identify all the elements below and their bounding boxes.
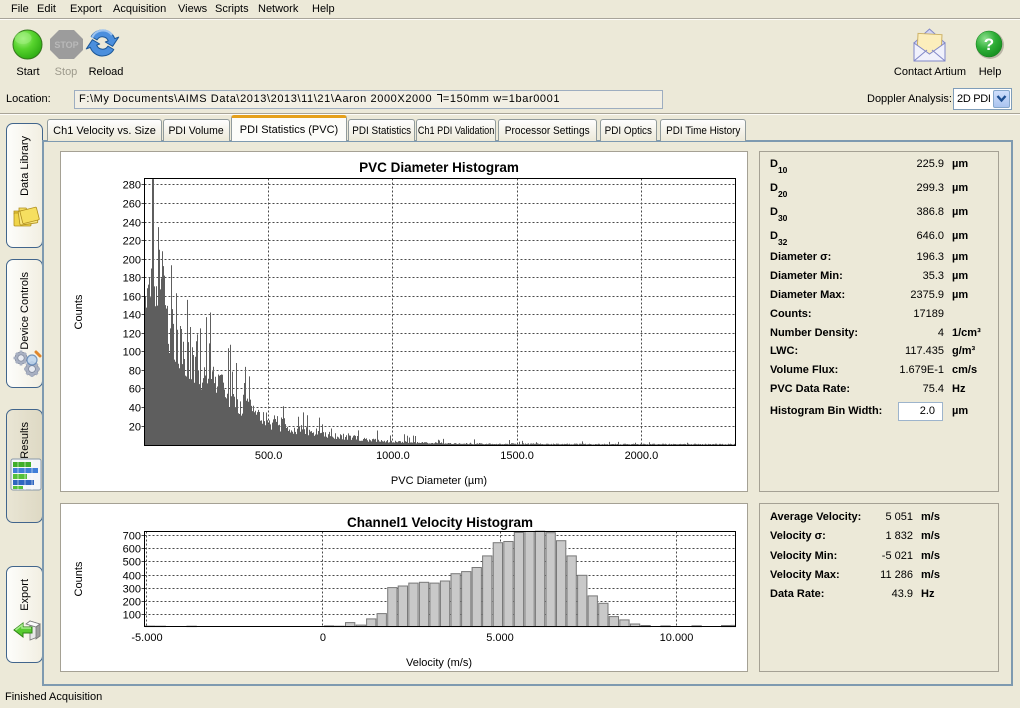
svg-text:140: 140: [123, 309, 141, 321]
svg-text:260: 260: [123, 198, 141, 210]
svg-text:1500.0: 1500.0: [500, 450, 534, 462]
svg-text:500: 500: [123, 556, 141, 568]
svg-text:1000.0: 1000.0: [376, 450, 410, 462]
svg-text:200: 200: [123, 254, 141, 266]
svg-text:PVC Diameter (µm): PVC Diameter (µm): [391, 475, 487, 487]
svg-text:200: 200: [123, 596, 141, 608]
svg-text:80: 80: [129, 365, 141, 377]
svg-text:400: 400: [123, 570, 141, 582]
svg-text:600: 600: [123, 543, 141, 555]
svg-text:40: 40: [129, 402, 141, 414]
svg-text:Counts: Counts: [73, 561, 85, 596]
svg-text:Counts: Counts: [73, 294, 85, 329]
svg-text:100: 100: [123, 609, 141, 621]
svg-text:300: 300: [123, 583, 141, 595]
svg-text:0: 0: [320, 632, 326, 644]
svg-text:5.000: 5.000: [486, 632, 514, 644]
svg-text:20: 20: [129, 421, 141, 433]
svg-text:500.0: 500.0: [255, 450, 283, 462]
svg-text:10.000: 10.000: [660, 632, 694, 644]
svg-text:700: 700: [123, 530, 141, 542]
svg-text:Channel1 Velocity Histogram: Channel1 Velocity Histogram: [347, 515, 533, 530]
svg-text:220: 220: [123, 235, 141, 247]
svg-text:Velocity (m/s): Velocity (m/s): [406, 657, 472, 669]
svg-text:PVC Diameter Histogram: PVC Diameter Histogram: [359, 160, 519, 175]
svg-text:2000.0: 2000.0: [625, 450, 659, 462]
svg-text:180: 180: [123, 272, 141, 284]
svg-text:120: 120: [123, 328, 141, 340]
svg-text:240: 240: [123, 217, 141, 229]
svg-text:100: 100: [123, 346, 141, 358]
svg-text:?: ?: [984, 35, 994, 54]
svg-text:60: 60: [129, 383, 141, 395]
svg-text:160: 160: [123, 291, 141, 303]
svg-text:280: 280: [123, 179, 141, 191]
svg-text:STOP: STOP: [54, 40, 78, 50]
svg-text:-5.000: -5.000: [131, 632, 162, 644]
